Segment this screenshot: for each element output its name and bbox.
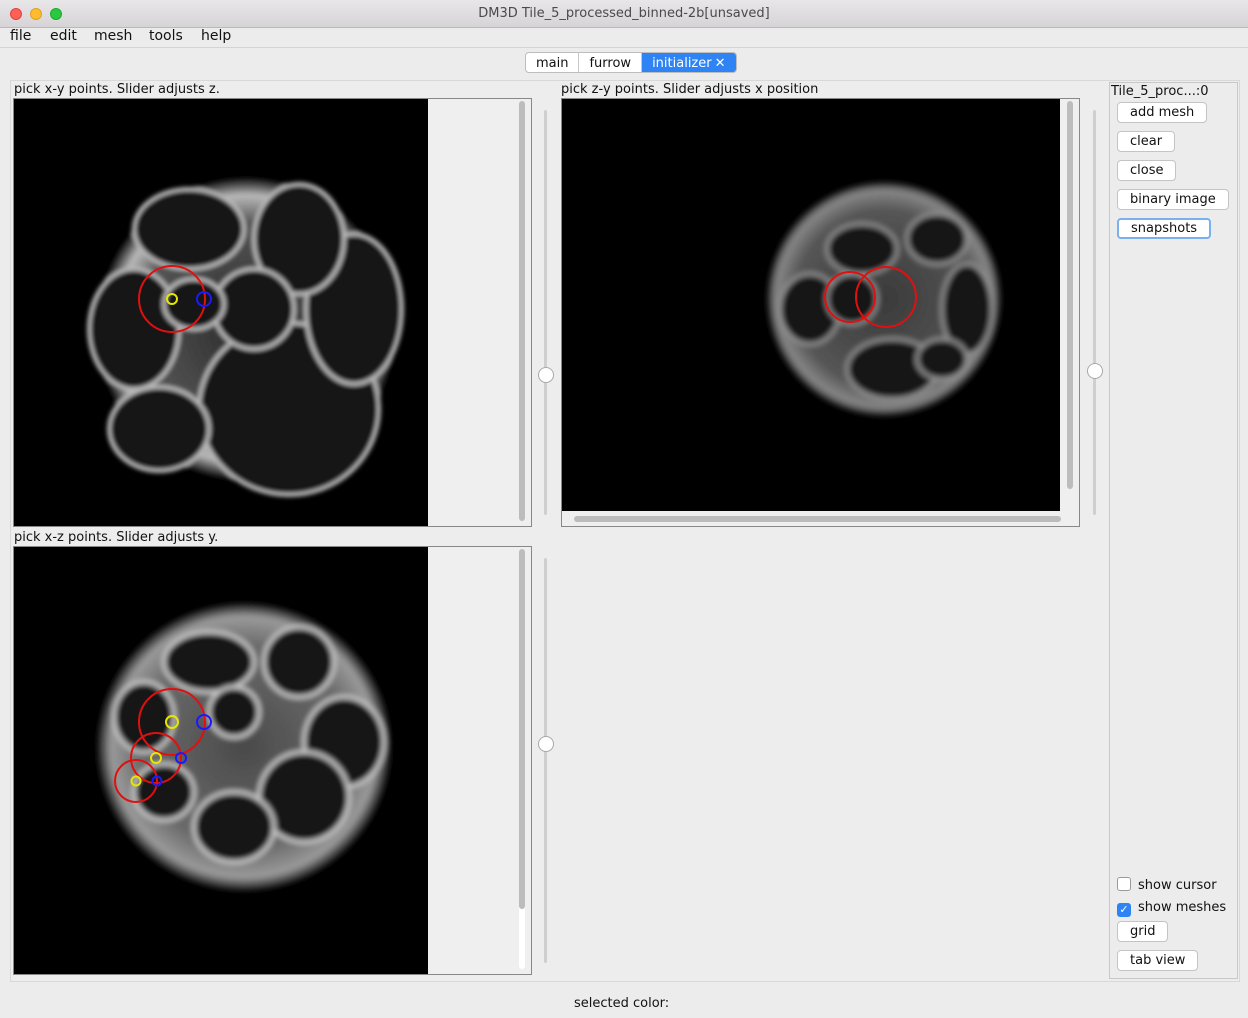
x-slider-track[interactable] <box>1093 110 1096 515</box>
binary-image-button[interactable]: binary image <box>1117 189 1229 210</box>
xz-scrollbar[interactable] <box>519 549 525 969</box>
menu-help[interactable]: help <box>201 28 231 44</box>
image-title: Tile_5_proc...:0 <box>1111 84 1209 99</box>
clear-button[interactable]: clear <box>1117 131 1176 152</box>
xy-scrollbar[interactable] <box>519 101 525 521</box>
control-panel: Tile_5_proc...:0 add mesh clear close bi… <box>1109 82 1238 979</box>
xy-scroll-thumb[interactable] <box>519 101 525 521</box>
x-slider-knob[interactable] <box>1087 363 1103 379</box>
menu-file[interactable]: file <box>10 28 31 44</box>
show-cursor-label: show cursor <box>1138 878 1217 893</box>
zy-h-scrollbar[interactable] <box>574 516 1061 522</box>
zy-view[interactable] <box>561 98 1080 527</box>
menu-edit[interactable]: edit <box>50 28 77 44</box>
xy-image[interactable] <box>14 99 531 526</box>
menu-bar: file edit mesh tools help <box>0 28 1248 48</box>
xy-view[interactable] <box>13 98 532 527</box>
zy-v-scroll-thumb[interactable] <box>1067 101 1073 489</box>
unchecked-box-icon[interactable] <box>1117 877 1131 891</box>
grid-button[interactable]: grid <box>1117 921 1169 942</box>
add-mesh-button[interactable]: add mesh <box>1117 102 1208 123</box>
zy-panel-label: pick z-y points. Slider adjusts x positi… <box>561 82 819 97</box>
tab-initializer[interactable]: initializer ✕ <box>642 53 736 72</box>
xz-image[interactable] <box>14 547 531 974</box>
snapshots-button[interactable]: snapshots <box>1117 218 1212 239</box>
menu-tools[interactable]: tools <box>149 28 183 44</box>
tab-main[interactable]: main <box>526 53 580 72</box>
y-slider-knob[interactable] <box>538 736 554 752</box>
tab-initializer-label: initializer <box>652 56 712 71</box>
selected-color-label: selected color: <box>574 996 670 1011</box>
z-slider-track[interactable] <box>544 110 547 515</box>
z-slider-knob[interactable] <box>538 367 554 383</box>
xy-panel-label: pick x-y points. Slider adjusts z. <box>14 82 220 97</box>
zy-image[interactable] <box>562 99 1079 526</box>
title-bar: DM3D Tile_5_processed_binned-2b[unsaved] <box>0 0 1248 28</box>
window-title: DM3D Tile_5_processed_binned-2b[unsaved] <box>478 6 770 21</box>
tab-view-button[interactable]: tab view <box>1117 950 1199 971</box>
menu-mesh[interactable]: mesh <box>94 28 132 44</box>
show-meshes-label: show meshes <box>1138 900 1227 915</box>
xz-scroll-thumb[interactable] <box>519 549 525 909</box>
close-tab-icon[interactable]: ✕ <box>715 56 726 71</box>
xz-panel-label: pick x-z points. Slider adjusts y. <box>14 530 219 545</box>
close-button[interactable]: close <box>1117 160 1177 181</box>
show-meshes-checkbox[interactable]: ✓ show meshes <box>1117 900 1226 917</box>
xz-view[interactable] <box>13 546 532 975</box>
show-cursor-checkbox[interactable]: show cursor <box>1117 877 1217 893</box>
tab-bar: main furrow initializer ✕ <box>525 52 737 73</box>
y-slider-track[interactable] <box>544 558 547 963</box>
tab-furrow[interactable]: furrow <box>579 53 643 72</box>
zy-v-scrollbar[interactable] <box>1067 101 1073 489</box>
checkmark-icon[interactable]: ✓ <box>1117 903 1131 917</box>
